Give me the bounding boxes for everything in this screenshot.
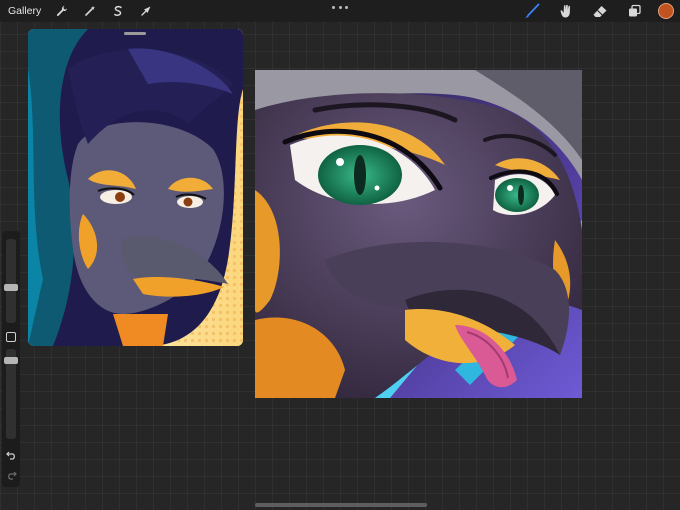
opacity-thumb[interactable] xyxy=(4,357,18,364)
s-curve-icon[interactable] xyxy=(107,0,129,22)
brush-size-thumb[interactable] xyxy=(4,284,18,291)
magic-wand-icon[interactable] xyxy=(79,0,101,22)
redo-icon[interactable] xyxy=(4,469,18,481)
wrench-icon[interactable] xyxy=(51,0,73,22)
opacity-slider[interactable] xyxy=(4,349,18,439)
gallery-button[interactable]: Gallery xyxy=(8,5,41,17)
layers-icon[interactable] xyxy=(623,0,645,22)
more-dots-icon[interactable] xyxy=(332,3,348,11)
smudge-icon[interactable] xyxy=(555,0,577,22)
undo-icon[interactable] xyxy=(4,449,18,461)
reference-drag-handle[interactable] xyxy=(124,32,146,35)
brush-size-slider[interactable] xyxy=(4,239,18,323)
artwork-image xyxy=(255,70,582,398)
tool-group xyxy=(509,0,680,22)
eraser-icon[interactable] xyxy=(589,0,611,22)
side-bar xyxy=(2,231,20,487)
brush-icon[interactable] xyxy=(521,0,543,22)
reference-window[interactable] xyxy=(28,29,243,346)
color-swatch[interactable] xyxy=(658,3,674,19)
canvas-artwork[interactable] xyxy=(255,70,582,398)
reference-image xyxy=(28,29,243,346)
square-icon[interactable] xyxy=(6,332,16,342)
arrow-cursor-icon[interactable] xyxy=(135,0,157,22)
home-indicator[interactable] xyxy=(255,503,427,507)
top-toolbar: Gallery xyxy=(0,0,680,22)
